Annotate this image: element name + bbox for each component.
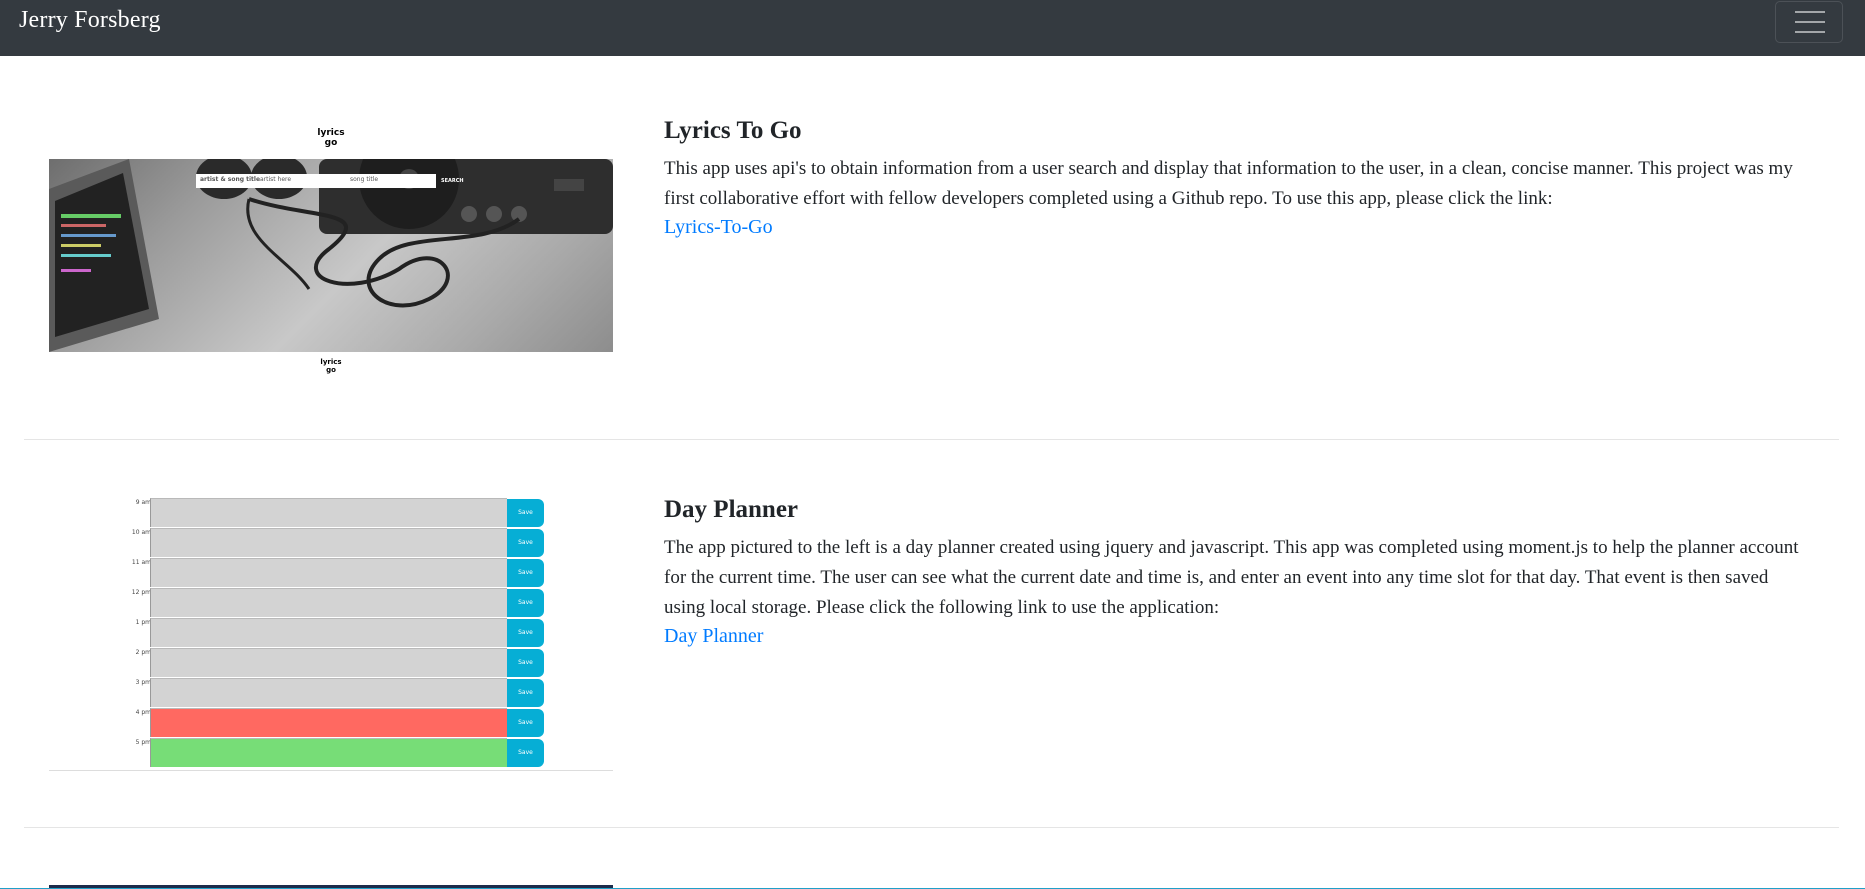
- svg-text:go: go: [325, 138, 338, 148]
- lyrics-search-label: artist & song title: [200, 176, 261, 183]
- planner-slot-past: [150, 558, 507, 587]
- planner-row: 1 pm Save: [49, 618, 613, 648]
- planner-row: 9 am Save: [49, 498, 613, 528]
- lyrics-logo-bottom: lyrics go: [311, 357, 351, 377]
- planner-row: 4 pm Save: [49, 708, 613, 738]
- planner-hour: 4 pm: [135, 709, 151, 716]
- project-link-lyrics-to-go[interactable]: Lyrics-To-Go: [664, 216, 773, 239]
- project-description: The app pictured to the left is a day pl…: [664, 537, 1799, 618]
- save-button: Save: [507, 739, 544, 767]
- planner-row: 3 pm Save: [49, 678, 613, 708]
- save-button: Save: [507, 499, 544, 527]
- svg-text:lyrics: lyrics: [317, 128, 344, 138]
- lyrics-song-field: song title: [350, 176, 379, 183]
- planner-slot-past: [150, 498, 507, 527]
- brand-name[interactable]: Jerry Forsberg: [19, 7, 161, 34]
- lyrics-search-button: SEARCH: [441, 178, 464, 184]
- planner-slot-past: [150, 588, 507, 617]
- lyrics-logo-top: lyrics go: [311, 126, 351, 150]
- planner-row: 10 am Save: [49, 528, 613, 558]
- planner-row: 2 pm Save: [49, 648, 613, 678]
- lyrics-banner-image: artist & song title artist here song tit…: [49, 159, 613, 352]
- project-link-day-planner[interactable]: Day Planner: [664, 625, 763, 648]
- planner-row: 11 am Save: [49, 558, 613, 588]
- save-button: Save: [507, 619, 544, 647]
- lyrics-artist-field: artist here: [260, 176, 292, 183]
- hamburger-menu-button[interactable]: [1775, 1, 1843, 43]
- save-button: Save: [507, 709, 544, 737]
- navbar: Jerry Forsberg: [0, 0, 1865, 56]
- section-divider: [24, 439, 1839, 440]
- svg-text:lyrics: lyrics: [320, 358, 341, 366]
- save-button: Save: [507, 649, 544, 677]
- planner-row: 12 pm Save: [49, 588, 613, 618]
- planner-slot-future: [150, 738, 507, 767]
- planner-hour: 2 pm: [135, 649, 151, 656]
- project-title: Lyrics To Go: [664, 117, 802, 144]
- svg-text:go: go: [326, 366, 336, 374]
- planner-hour: 3 pm: [135, 679, 151, 686]
- save-button: Save: [507, 529, 544, 557]
- planner-slot-past: [150, 648, 507, 677]
- planner-row: 5 pm Save: [49, 738, 613, 768]
- planner-hour: 12 pm: [131, 589, 151, 596]
- save-button: Save: [507, 589, 544, 617]
- planner-hour: 10 am: [131, 529, 151, 536]
- project-title: Day Planner: [664, 496, 799, 523]
- save-button: Save: [507, 679, 544, 707]
- save-button: Save: [507, 559, 544, 587]
- planner-slot-past: [150, 678, 507, 707]
- lyrics-search-bar: artist & song title artist here song tit…: [196, 174, 436, 188]
- planner-hour: 1 pm: [135, 619, 151, 626]
- planner-hour: 9 am: [135, 499, 151, 506]
- planner-hour: 11 am: [131, 559, 151, 566]
- planner-slot-present: [150, 708, 507, 737]
- planner-slot-past: [150, 528, 507, 557]
- planner-slot-past: [150, 618, 507, 647]
- planner-hour: 5 pm: [135, 739, 151, 746]
- project-description: This app uses api's to obtain informatio…: [664, 158, 1793, 209]
- day-planner-thumbnail: 9 am Save 10 am Save 11 am Save 12 pm Sa…: [49, 498, 613, 771]
- section-divider: [24, 827, 1839, 828]
